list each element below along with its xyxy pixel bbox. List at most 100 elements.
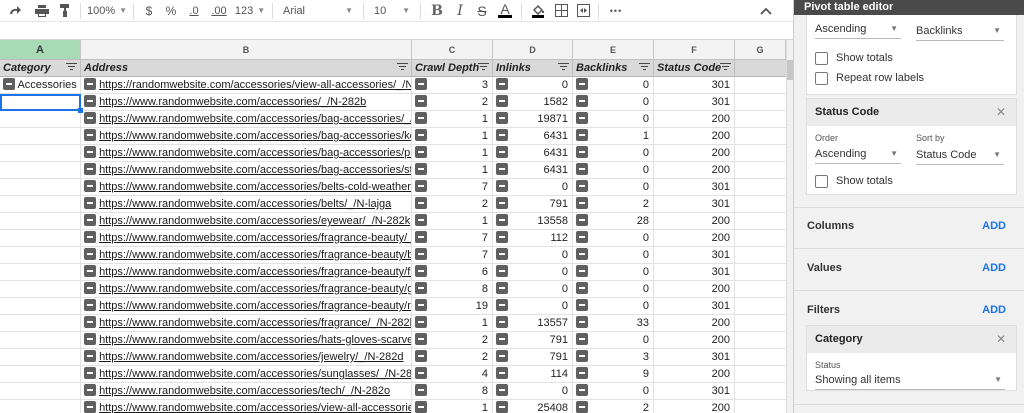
collapse-icon[interactable] [3,78,15,91]
cell-backlinks[interactable]: 3 [573,349,654,365]
bold-button[interactable]: B [425,1,449,21]
collapse-icon[interactable] [415,248,427,260]
cell-address[interactable]: https://www.randomwebsite.com/accessorie… [81,162,412,178]
cell-inlinks[interactable]: 13558 [493,213,573,229]
address-link[interactable]: https://www.randomwebsite.com/accessorie… [99,402,411,413]
collapse-icon[interactable] [84,163,96,176]
collapse-icon[interactable] [576,367,588,379]
collapse-icon[interactable] [496,214,508,226]
cell-category[interactable] [0,264,81,280]
cell-crawl-depth[interactable]: 1 [412,145,493,161]
column-header-g[interactable]: G [735,40,786,60]
collapse-icon[interactable] [576,316,588,328]
cell-address[interactable]: https://www.randomwebsite.com/accessorie… [81,230,412,246]
collapse-icon[interactable] [496,265,508,277]
cell-crawl-depth[interactable]: 7 [412,247,493,263]
collapse-icon[interactable] [576,146,588,158]
cell-empty[interactable] [735,94,786,110]
cell-address[interactable]: https://www.randomwebsite.com/accessorie… [81,128,412,144]
collapse-icon[interactable] [415,95,427,107]
address-link[interactable]: https://www.randomwebsite.com/accessorie… [99,181,411,193]
column-header-a[interactable]: A [0,40,81,60]
header-crawl-depth[interactable]: Crawl Depth [412,60,493,76]
cell-backlinks[interactable]: 2 [573,400,654,413]
cell-backlinks[interactable]: 28 [573,213,654,229]
strikethrough-button[interactable]: S [471,1,493,21]
collapse-icon[interactable] [84,384,96,397]
collapse-icon[interactable] [576,350,588,362]
cell-backlinks[interactable]: 33 [573,315,654,331]
collapse-icon[interactable] [496,78,508,90]
cell-backlinks[interactable]: 0 [573,94,654,110]
collapse-icon[interactable] [496,299,508,311]
cell-crawl-depth[interactable]: 1 [412,111,493,127]
more-formats-button[interactable]: 123 ▼ [232,1,268,21]
collapse-icon[interactable] [576,112,588,124]
address-link[interactable]: https://www.randomwebsite.com/accessorie… [99,368,411,380]
collapse-icon[interactable] [84,78,96,91]
cell-backlinks[interactable]: 2 [573,196,654,212]
collapse-icon[interactable] [576,180,588,192]
collapse-icon[interactable] [415,146,427,158]
collapse-icon[interactable] [496,112,508,124]
address-link[interactable]: https://www.randomwebsite.com/accessorie… [99,334,411,346]
cell-address[interactable]: https://www.randomwebsite.com/accessorie… [81,196,412,212]
collapse-icon[interactable] [496,316,508,328]
cell-category[interactable] [0,230,81,246]
cell-inlinks[interactable]: 6431 [493,128,573,144]
cell-category[interactable] [0,247,81,263]
collapse-icon[interactable] [415,299,427,311]
add-value-button[interactable]: ADD [982,262,1006,274]
collapse-icon[interactable] [496,197,508,209]
cell-backlinks[interactable]: 0 [573,281,654,297]
cell-inlinks[interactable]: 0 [493,281,573,297]
collapse-icon[interactable] [415,163,427,175]
cell-empty[interactable] [735,162,786,178]
cell-inlinks[interactable]: 25408 [493,400,573,413]
cell-crawl-depth[interactable]: 3 [412,77,493,93]
cell-crawl-depth[interactable]: 8 [412,383,493,399]
font-size-select[interactable]: 10 ▼ [368,1,416,21]
cell-status-code[interactable]: 301 [654,298,735,314]
collapse-icon[interactable] [415,350,427,362]
cell-status-code[interactable]: 200 [654,281,735,297]
cell-empty[interactable] [735,213,786,229]
collapse-icon[interactable] [415,401,427,413]
cell-inlinks[interactable]: 112 [493,230,573,246]
address-link[interactable]: https://www.randomwebsite.com/accessorie… [99,300,411,312]
collapse-icon[interactable] [84,367,96,380]
collapse-icon[interactable] [415,231,427,243]
paint-format-icon[interactable] [54,1,76,21]
cell-crawl-depth[interactable]: 2 [412,332,493,348]
redo-icon[interactable] [0,1,30,21]
cell-backlinks[interactable]: 0 [573,230,654,246]
cell-address[interactable]: https://www.randomwebsite.com/accessorie… [81,383,412,399]
address-link[interactable]: https://www.randomwebsite.com/accessorie… [99,385,390,397]
cell-empty[interactable] [735,230,786,246]
collapse-icon[interactable] [415,214,427,226]
cell-status-code[interactable]: 200 [654,145,735,161]
collapse-icon[interactable] [576,78,588,90]
filter-icon[interactable] [478,63,489,73]
collapse-icon[interactable] [84,299,96,312]
print-icon[interactable] [30,1,54,21]
cell-empty[interactable] [735,366,786,382]
cell-crawl-depth[interactable]: 1 [412,128,493,144]
collapse-icon[interactable] [415,282,427,294]
cell-backlinks[interactable]: 0 [573,179,654,195]
cell-backlinks[interactable]: 0 [573,77,654,93]
cell-crawl-depth[interactable]: 2 [412,196,493,212]
cell-inlinks[interactable]: 0 [493,179,573,195]
cell-category[interactable] [0,145,81,161]
cell-crawl-depth[interactable]: 1 [412,213,493,229]
show-totals-checkbox[interactable] [815,175,828,188]
collapse-icon[interactable] [84,180,96,193]
filter-icon[interactable] [397,63,408,73]
cell-empty[interactable] [735,196,786,212]
cell-address[interactable]: https://www.randomwebsite.com/accessorie… [81,400,412,413]
collapse-icon[interactable] [84,282,96,295]
collapse-icon[interactable] [84,231,96,244]
cell-backlinks[interactable]: 0 [573,145,654,161]
collapse-icon[interactable] [576,282,588,294]
collapse-icon[interactable] [576,248,588,260]
